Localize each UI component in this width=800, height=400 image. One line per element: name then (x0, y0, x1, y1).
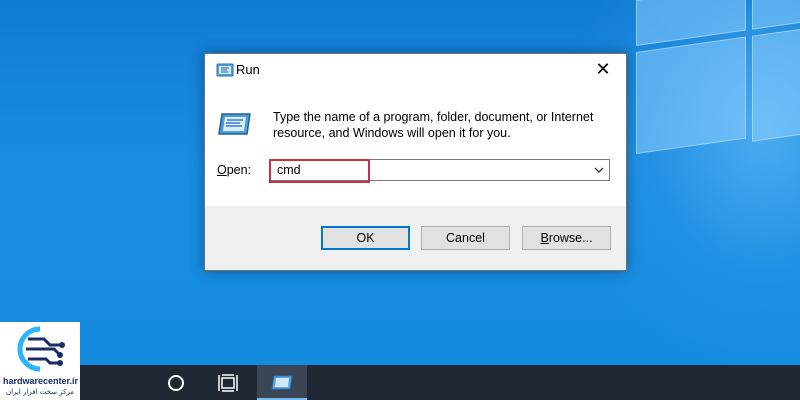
task-view-icon[interactable] (218, 374, 238, 392)
browse-button[interactable]: Browse... (522, 226, 611, 250)
open-label-mnemonic: O (217, 163, 227, 177)
open-label: Open: (217, 163, 251, 177)
dialog-description: Type the name of a program, folder, docu… (273, 110, 594, 140)
close-button[interactable]: ✕ (580, 54, 626, 87)
chevron-down-icon[interactable] (592, 162, 606, 178)
run-icon (216, 63, 234, 77)
watermark-logo: hardwarecenter.ir مرکز سخت افزار ایران (0, 322, 80, 400)
circuit-logo-icon (17, 326, 65, 372)
run-icon (218, 113, 251, 135)
close-icon: ✕ (595, 59, 611, 80)
dialog-titlebar[interactable]: Run ✕ (205, 54, 626, 87)
dialog-content: Type the name of a program, folder, docu… (205, 87, 626, 206)
taskbar (0, 365, 800, 400)
browse-label-rest: rowse... (548, 231, 593, 245)
open-label-rest: pen: (226, 163, 252, 177)
browse-mnemonic: B (540, 231, 549, 245)
open-combobox[interactable] (269, 159, 610, 183)
ok-button[interactable]: OK (321, 226, 410, 250)
watermark-brand: hardwarecenter.ir (3, 376, 79, 386)
taskbar-run-button[interactable] (257, 365, 307, 400)
run-icon (271, 375, 293, 390)
search-icon[interactable] (168, 375, 184, 391)
windows-logo-wallpaper (636, 0, 800, 240)
open-input[interactable] (270, 160, 587, 180)
run-dialog: Run ✕ Type the name of a program, folder… (204, 53, 627, 271)
dialog-title: Run (236, 62, 260, 77)
cancel-button[interactable]: Cancel (421, 226, 510, 250)
watermark-tagline: مرکز سخت افزار ایران (6, 388, 75, 396)
